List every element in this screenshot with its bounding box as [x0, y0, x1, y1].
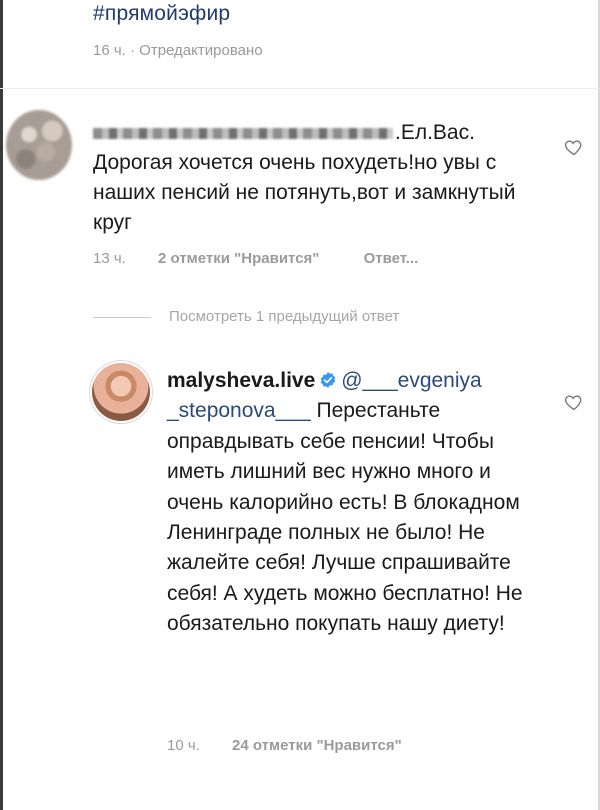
post-meta: 16 ч. · Отредактировано [93, 42, 263, 59]
redacted-username[interactable] [93, 127, 393, 139]
comment-2-likes[interactable]: 24 отметки "Нравится" [232, 737, 402, 754]
comment-1-reply-button[interactable]: Ответ... [364, 250, 419, 267]
view-previous-label[interactable]: Посмотреть 1 предыдущий ответ [169, 308, 399, 325]
replies-line [93, 316, 151, 318]
comment-1-name-suffix: .Ел.Вас. [395, 121, 475, 144]
left-edge-line [0, 0, 3, 810]
heart-outline-icon[interactable] [564, 137, 584, 157]
view-previous-replies[interactable]: Посмотреть 1 предыдущий ответ [93, 308, 399, 325]
comment-2: malysheva.live @___evgeniya _steponova__… [167, 366, 552, 640]
comment-2-text: Перестаньте оправдывать себе пенсии! Что… [167, 399, 523, 636]
heart-outline-icon[interactable] [564, 392, 584, 412]
avatar[interactable] [92, 363, 150, 421]
post-hashtag[interactable]: #прямойэфир [93, 2, 230, 26]
divider [0, 88, 600, 89]
comment-1-likes[interactable]: 2 отметки "Нравится" [158, 250, 319, 267]
comment-2-meta: 10 ч. 24 отметки "Нравится" [167, 737, 402, 754]
comment-1-meta: 13 ч. 2 отметки "Нравится" Ответ... [93, 250, 418, 267]
comment-2-username[interactable]: malysheva.live [167, 369, 315, 392]
comment-1: .Ел.Вас. Дорогая хочется очень похудеть!… [93, 118, 543, 238]
comment-2-time: 10 ч. [167, 737, 200, 754]
commenter-avatar[interactable] [6, 110, 72, 180]
verified-badge-icon [321, 372, 336, 388]
comment-1-text: Дорогая хочется очень похудеть!но увы с … [93, 151, 516, 234]
comment-1-time: 13 ч. [93, 250, 126, 267]
